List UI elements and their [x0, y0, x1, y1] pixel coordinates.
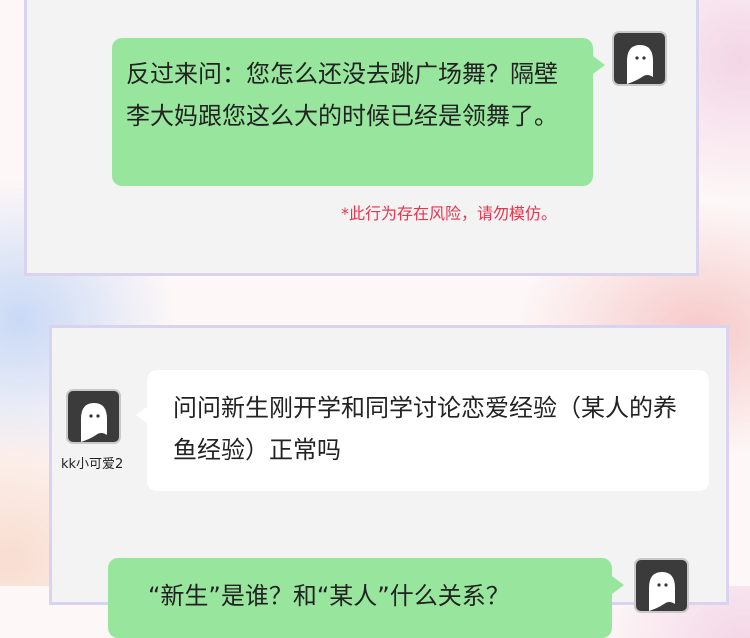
user-avatar-right[interactable] [612, 31, 667, 86]
ghost-avatar-icon [81, 403, 107, 442]
ghost-avatar-icon [627, 45, 653, 84]
message-text: “新生”是谁？和“某人”什么关系？ [148, 582, 510, 610]
bubble-tail [612, 576, 624, 594]
message-bubble-reply[interactable]: 反过来问：您怎么还没去跳广场舞？隔壁李大妈跟您这么大的时候已经是领舞了。 [112, 38, 593, 186]
bubble-tail [593, 56, 605, 74]
chat-card-2: kk小可爱2 问问新生刚开学和同学讨论恋爱经验（某人的养鱼经验）正常吗 “新生”… [49, 325, 729, 638]
warning-note: *此行为存在风险，请勿模仿。 [341, 204, 558, 223]
username-label: kk小可爱2 [61, 457, 124, 472]
message-bubble-reply-2[interactable]: “新生”是谁？和“某人”什么关系？ [108, 558, 612, 638]
message-text: 问问新生刚开学和同学讨论恋爱经验（某人的养鱼经验）正常吗 [173, 394, 677, 464]
message-text: 反过来问：您怎么还没去跳广场舞？隔壁李大妈跟您这么大的时候已经是领舞了。 [126, 60, 558, 130]
message-bubble-question[interactable]: 问问新生刚开学和同学讨论恋爱经验（某人的养鱼经验）正常吗 [147, 370, 709, 491]
user-avatar-left[interactable] [66, 389, 121, 444]
chat-card-1: 反过来问：您怎么还没去跳广场舞？隔壁李大妈跟您这么大的时候已经是领舞了。 *此行… [24, 0, 699, 276]
